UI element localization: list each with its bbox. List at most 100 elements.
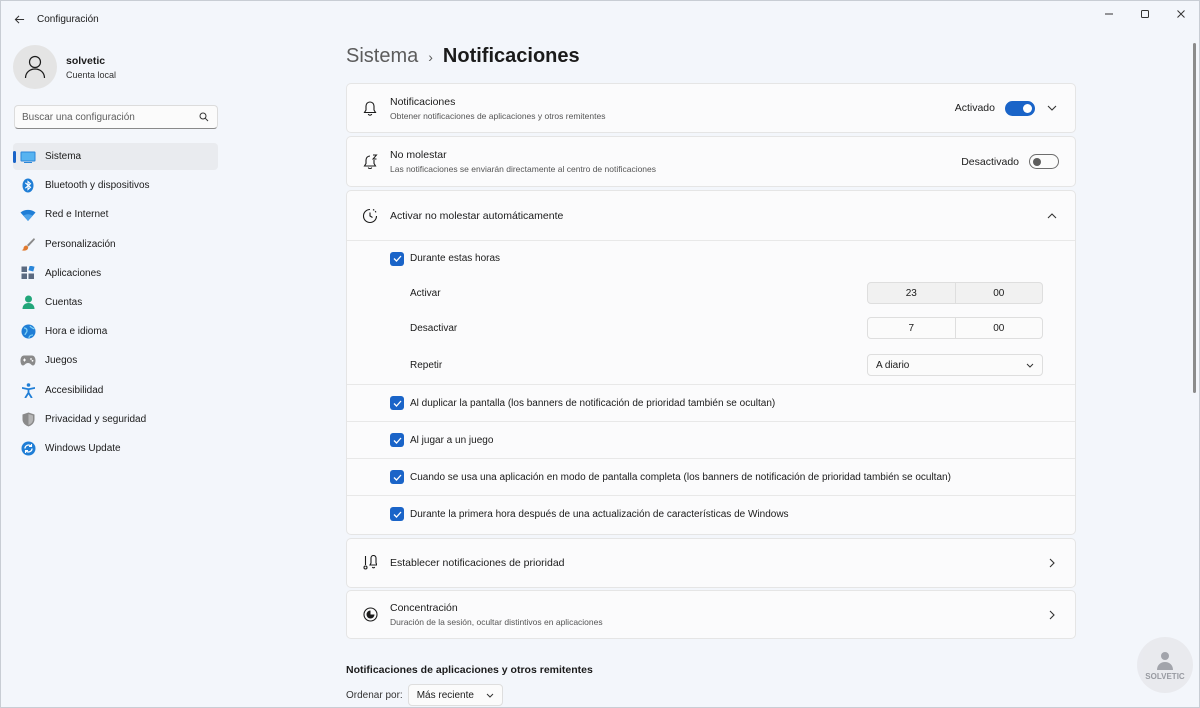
repeat-value: A diario xyxy=(876,359,910,371)
notifications-title: Notificaciones xyxy=(390,95,456,108)
clock-icon xyxy=(361,207,379,225)
search-input[interactable] xyxy=(22,111,195,123)
dnd-text: No molestar Las notificaciones se enviar… xyxy=(390,149,961,174)
option-checkbox[interactable] xyxy=(390,507,404,521)
priority-text: Establecer notificaciones de prioridad xyxy=(390,557,1035,569)
checkmark-icon xyxy=(393,511,401,518)
priority-notifications-card[interactable]: Establecer notificaciones de prioridad xyxy=(346,538,1076,588)
sidebar-item-bluetooth[interactable]: Bluetooth y dispositivos xyxy=(13,172,218,199)
notifications-state: Activado xyxy=(954,102,995,114)
during-hours-checkbox[interactable] xyxy=(390,251,404,266)
page-title: Notificaciones xyxy=(442,45,580,67)
window-controls xyxy=(1091,1,1199,27)
title-bar: Configuración xyxy=(1,1,1199,37)
on-time-row: Activar 23 00 xyxy=(347,276,1075,311)
dnd-bell-icon xyxy=(361,153,379,171)
breadcrumb-parent[interactable]: Sistema xyxy=(346,45,418,68)
brush-icon xyxy=(19,236,37,252)
sort-dropdown[interactable]: Más reciente xyxy=(407,684,503,706)
checkmark-icon xyxy=(393,437,401,444)
sidebar-item-privacidad[interactable]: Privacidad y seguridad xyxy=(13,406,218,433)
during-hours-row: Durante estas horas xyxy=(347,241,1075,276)
sort-label: Ordenar por: xyxy=(346,689,403,701)
hours-block: Durante estas horas Activar 23 00 Desact… xyxy=(347,240,1075,384)
off-time-minute[interactable]: 00 xyxy=(954,318,1043,338)
chevron-right-icon[interactable] xyxy=(1043,606,1061,624)
maximize-icon xyxy=(1141,10,1149,18)
focus-icon xyxy=(361,606,379,624)
off-time-row: Desactivar 7 00 xyxy=(347,311,1075,346)
sidebar-item-label: Cuentas xyxy=(45,296,83,308)
person-logo-icon xyxy=(1157,651,1173,670)
sidebar-item-label: Red e Internet xyxy=(45,209,109,221)
on-time-minute[interactable]: 00 xyxy=(954,283,1043,303)
off-time-picker[interactable]: 7 00 xyxy=(867,317,1043,339)
option-row: Cuando se usa una aplicación en modo de … xyxy=(347,458,1075,495)
profile-account-type: Cuenta local xyxy=(66,69,117,80)
dnd-toggle[interactable] xyxy=(1029,154,1059,169)
apps-section-title: Notificaciones de aplicaciones y otros r… xyxy=(346,664,593,676)
breadcrumb-separator: › xyxy=(428,48,433,65)
option-checkbox[interactable] xyxy=(390,433,404,447)
chevron-right-icon[interactable] xyxy=(1043,554,1061,572)
sidebar-item-personalizacion[interactable]: Personalización xyxy=(13,231,218,258)
repeat-label: Repetir xyxy=(410,359,443,371)
user-profile[interactable]: solvetic Cuenta local xyxy=(13,45,116,89)
notifications-toggle[interactable] xyxy=(1005,100,1035,116)
breadcrumb: Sistema › Notificaciones xyxy=(346,45,580,68)
watermark-text: SOLVETIC xyxy=(1145,671,1185,681)
chevron-up-icon[interactable] xyxy=(1043,207,1061,225)
dnd-row: No molestar Las notificaciones se enviar… xyxy=(347,137,1075,186)
sidebar-item-windows-update[interactable]: Windows Update xyxy=(13,435,218,462)
sidebar-item-hora[interactable]: Hora e idioma xyxy=(13,318,218,345)
option-checkbox[interactable] xyxy=(390,396,404,410)
priority-title: Establecer notificaciones de prioridad xyxy=(390,557,565,569)
search-icon[interactable] xyxy=(195,112,213,122)
on-time-hour[interactable]: 23 xyxy=(868,283,955,303)
globe-icon xyxy=(19,324,37,340)
option-label: Cuando se usa una aplicación en modo de … xyxy=(410,471,951,483)
priority-icon xyxy=(361,554,379,572)
auto-dnd-text: Activar no molestar automáticamente xyxy=(390,210,1035,222)
sidebar-item-label: Juegos xyxy=(45,355,78,367)
sidebar-item-red[interactable]: Red e Internet xyxy=(13,201,218,228)
accessibility-icon xyxy=(19,382,37,398)
sidebar-item-label: Aplicaciones xyxy=(45,267,102,279)
repeat-dropdown[interactable]: A diario xyxy=(867,354,1043,376)
on-time-label: Activar xyxy=(410,288,441,299)
minimize-button[interactable] xyxy=(1091,1,1127,27)
chevron-down-icon[interactable] xyxy=(1043,99,1061,117)
sidebar-item-sistema[interactable]: Sistema xyxy=(13,143,218,170)
profile-text: solvetic Cuenta local xyxy=(66,55,116,80)
close-button[interactable] xyxy=(1163,1,1199,27)
auto-dnd-header[interactable]: Activar no molestar automáticamente xyxy=(347,191,1075,240)
chevron-down-icon xyxy=(1026,363,1034,368)
option-row: Al duplicar la pantalla (los banners de … xyxy=(347,384,1075,421)
auto-dnd-card: Activar no molestar automáticamente Dura… xyxy=(346,190,1076,535)
sidebar-item-juegos[interactable]: Juegos xyxy=(13,347,218,374)
app-title: Configuración xyxy=(37,13,99,25)
wifi-icon xyxy=(19,207,37,223)
maximize-button[interactable] xyxy=(1127,1,1163,27)
back-button[interactable] xyxy=(9,9,29,29)
auto-dnd-title: Activar no molestar automáticamente xyxy=(390,209,564,222)
scrollbar[interactable] xyxy=(1193,43,1196,393)
priority-row: Establecer notificaciones de prioridad xyxy=(347,539,1075,587)
off-time-hour[interactable]: 7 xyxy=(868,318,955,338)
apps-icon xyxy=(19,265,37,281)
bluetooth-icon xyxy=(19,178,37,194)
settings-window: Configuración solvetic Cuenta local Busc… xyxy=(0,0,1200,708)
notifications-card[interactable]: Notificaciones Obtener notificaciones de… xyxy=(346,83,1076,133)
sidebar-item-cuentas[interactable]: Cuentas xyxy=(13,289,218,316)
option-label: Al jugar a un juego xyxy=(410,434,494,446)
sidebar-item-aplicaciones[interactable]: Aplicaciones xyxy=(13,260,218,287)
bell-icon xyxy=(361,99,379,117)
search-box xyxy=(14,105,218,129)
on-time-picker[interactable]: 23 00 xyxy=(867,282,1043,304)
option-row: Al jugar a un juego xyxy=(347,421,1075,458)
option-checkbox[interactable] xyxy=(390,470,404,484)
sidebar-nav: Sistema Bluetooth y dispositivos Red e I… xyxy=(13,143,218,464)
focus-card[interactable]: Concentración Duración de la sesión, ocu… xyxy=(346,590,1076,639)
sidebar-item-accesibilidad[interactable]: Accesibilidad xyxy=(13,377,218,404)
watermark-logo: SOLVETIC xyxy=(1137,637,1193,693)
